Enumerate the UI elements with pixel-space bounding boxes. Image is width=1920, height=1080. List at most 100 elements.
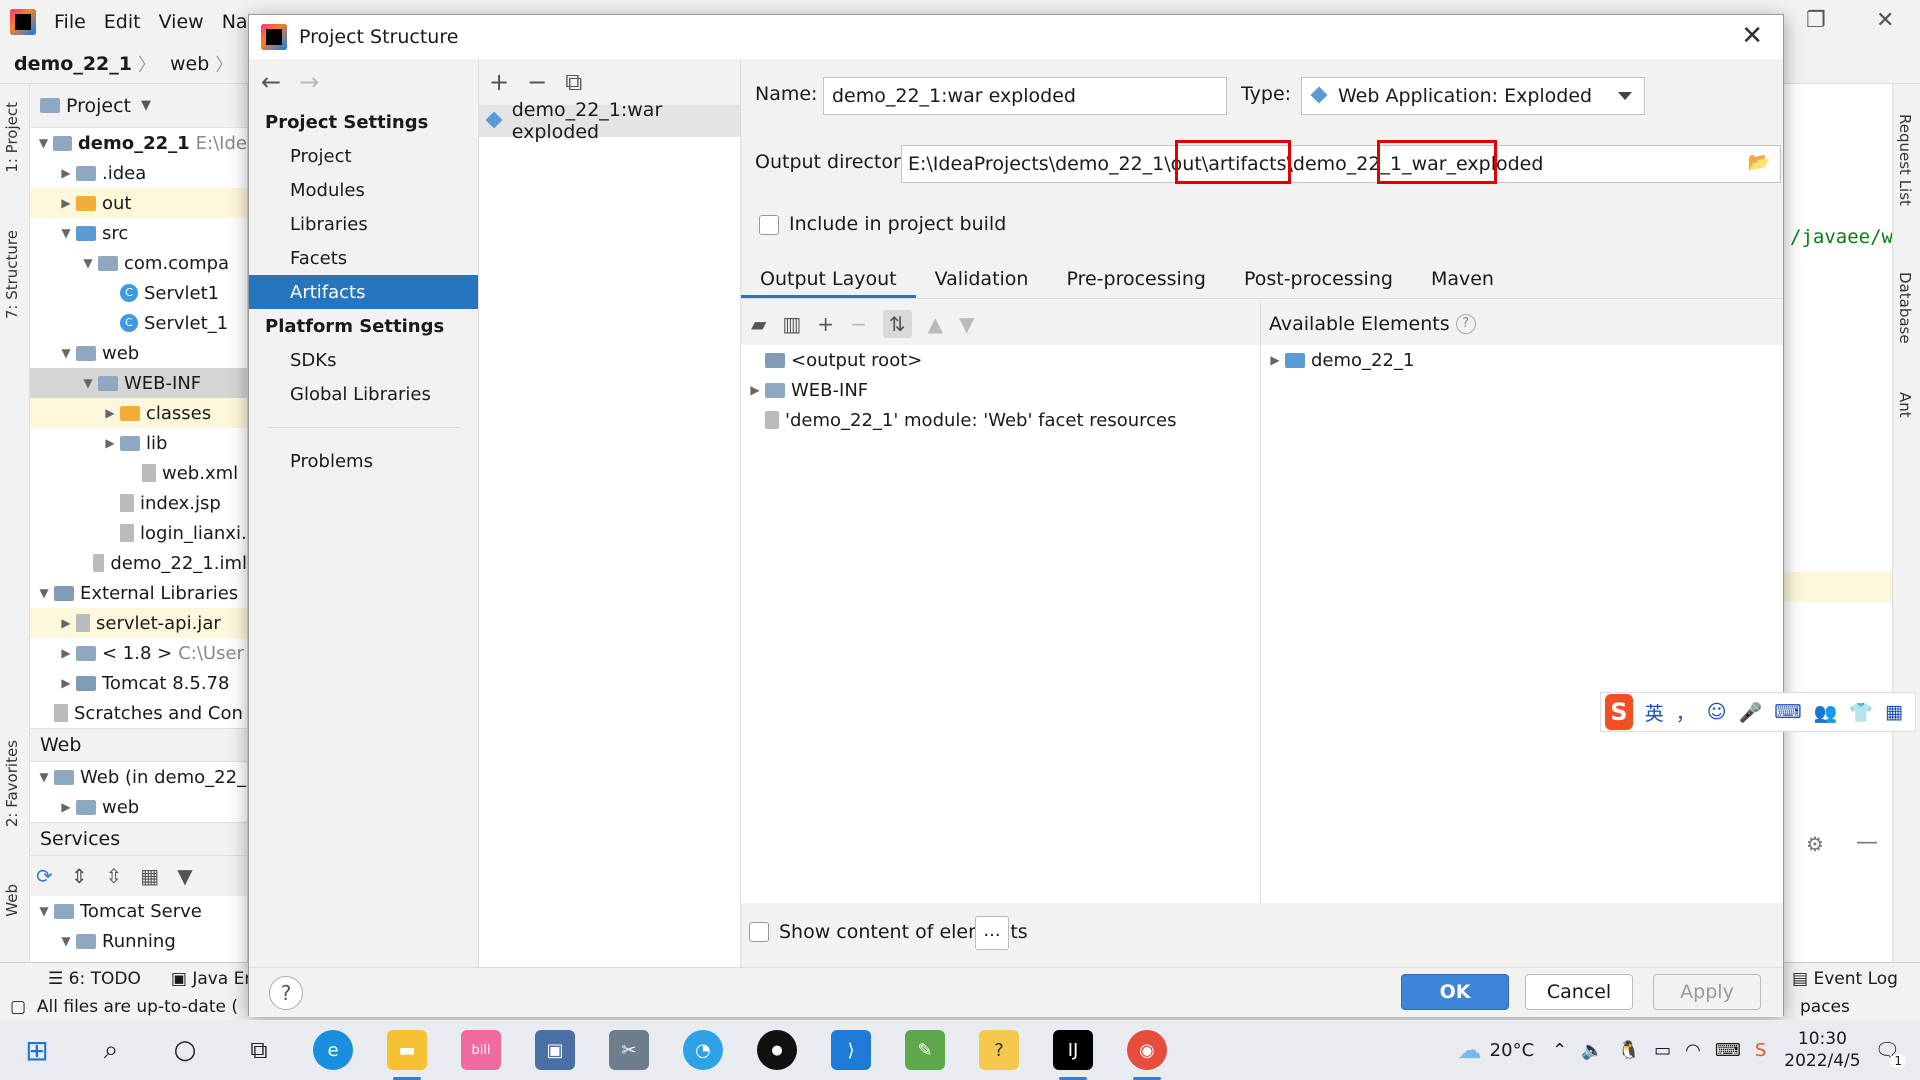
clock[interactable]: 10:30 2022/4/5	[1784, 1028, 1860, 1072]
breadcrumb-web[interactable]: web	[156, 53, 215, 75]
chevron-down-icon[interactable]: ▼	[34, 136, 53, 150]
cortana-icon[interactable]: ○	[165, 1030, 205, 1070]
sort-icon[interactable]: ⇅	[882, 310, 912, 338]
app-circle-icon[interactable]: ●	[757, 1030, 797, 1070]
chevron-right-icon[interactable]: ▶	[56, 676, 76, 690]
ime-punctuation-toggle[interactable]: ，	[1676, 699, 1695, 726]
project-tree-item[interactable]: ▼ demo_22_1 E:\Ide	[30, 128, 247, 158]
chevron-down-icon[interactable]: ▼	[56, 934, 76, 948]
bilibili-icon[interactable]: bili	[461, 1030, 501, 1070]
chevron-right-icon[interactable]: ▶	[56, 616, 76, 630]
file-explorer-icon[interactable]: ▬	[387, 1030, 427, 1080]
tab-pre-processing[interactable]: Pre-processing	[1047, 268, 1224, 298]
create-archive-icon[interactable]: ▥	[782, 312, 801, 336]
notification-icon[interactable]: 🗨 1	[1875, 1038, 1906, 1068]
search-icon[interactable]: ⌕	[91, 1030, 131, 1070]
chevron-right-icon[interactable]: ▶	[56, 196, 76, 210]
close-icon[interactable]: ✕	[1741, 21, 1763, 51]
minimize-icon[interactable]: —	[1856, 830, 1878, 855]
include-build-checkbox[interactable]	[759, 215, 779, 235]
nav-project[interactable]: Project	[249, 139, 478, 173]
group-icon[interactable]: ▦	[140, 864, 159, 888]
project-tree-item[interactable]: C Servlet_1	[30, 308, 247, 338]
project-tree-item[interactable]: ▼ WEB-INF	[30, 368, 247, 398]
chevron-down-icon[interactable]: ▼	[56, 346, 76, 360]
project-tree-item[interactable]: ▶ servlet-api.jar	[30, 608, 247, 638]
remove-icon[interactable]: −	[850, 312, 867, 336]
chevron-down-icon[interactable]: ▼	[78, 376, 98, 390]
emoji-icon[interactable]: ☺	[1707, 701, 1727, 723]
chrome-icon[interactable]: ◉	[1127, 1030, 1167, 1080]
event-log-tab[interactable]: ▤ Event Log	[1792, 969, 1898, 989]
notepad-icon[interactable]: ✎	[905, 1030, 945, 1070]
layout-tree-item[interactable]: 'demo_22_1' module: 'Web' facet resource…	[741, 405, 1260, 435]
grid-menu-icon[interactable]: ▦	[1885, 701, 1903, 723]
gear-icon[interactable]: ⚙	[1806, 832, 1824, 856]
project-tree-item[interactable]: ▶ < 1.8 > C:\User	[30, 638, 247, 668]
tab-output-layout[interactable]: Output Layout	[741, 268, 916, 298]
add-icon[interactable]: +	[489, 68, 509, 96]
nav-modules[interactable]: Modules	[249, 173, 478, 207]
layout-tree-item[interactable]: ▶ WEB-INF	[741, 375, 1260, 405]
windows-start-icon[interactable]: ⊞	[17, 1030, 57, 1070]
menu-file[interactable]: File	[54, 11, 86, 33]
project-tree-item[interactable]: login_lianxi.	[30, 518, 247, 548]
project-tree-item[interactable]: demo_22_1.iml	[30, 548, 247, 578]
nav-problems[interactable]: Problems	[249, 444, 478, 478]
project-tree-item[interactable]: ▶ lib	[30, 428, 247, 458]
chevron-down-icon[interactable]: ▼	[34, 904, 54, 918]
show-content-checkbox[interactable]	[749, 922, 769, 942]
copy-icon[interactable]: ⧉	[565, 68, 582, 96]
battery-icon[interactable]: ▭	[1654, 1040, 1671, 1061]
chevron-down-icon[interactable]: ▼	[34, 586, 54, 600]
chevron-down-icon[interactable]: ▼	[141, 98, 151, 113]
nav-artifacts[interactable]: Artifacts	[249, 275, 478, 309]
new-directory-icon[interactable]: ▰	[751, 312, 766, 336]
tab-ant[interactable]: Ant	[1896, 392, 1914, 418]
tab-structure[interactable]: 7: Structure	[3, 230, 21, 319]
chevron-right-icon[interactable]: ▶	[100, 436, 120, 450]
apply-button[interactable]: Apply	[1653, 974, 1761, 1010]
chevron-right-icon[interactable]: ▶	[100, 406, 120, 420]
nav-global-libraries[interactable]: Global Libraries	[249, 377, 478, 411]
filter-icon[interactable]: ▼	[177, 864, 192, 888]
show-content-options-button[interactable]: ...	[975, 916, 1009, 950]
user-icon[interactable]: 👥	[1814, 701, 1838, 724]
app-window-icon[interactable]: ▣	[535, 1030, 575, 1070]
browse-folder-icon[interactable]: 📂	[1748, 152, 1770, 173]
sogou-logo-icon[interactable]: S	[1605, 694, 1633, 730]
tab-validation[interactable]: Validation	[916, 268, 1048, 298]
breadcrumb-project[interactable]: demo_22_1	[0, 53, 138, 75]
project-tree-item[interactable]: ▼ External Libraries	[30, 578, 247, 608]
project-tree-item[interactable]: ▶ out	[30, 188, 247, 218]
tab-favorites[interactable]: 2: Favorites	[3, 740, 21, 827]
project-tree-item[interactable]: ▼ com.compa	[30, 248, 247, 278]
chevron-right-icon[interactable]: ▶	[1265, 353, 1285, 367]
chevron-right-icon[interactable]: ▶	[56, 646, 76, 660]
tab-database[interactable]: Database	[1896, 272, 1914, 344]
back-arrow-icon[interactable]: ←	[261, 68, 281, 96]
move-up-icon[interactable]: ▲	[928, 312, 943, 336]
project-tree-item[interactable]: Scratches and Con	[30, 698, 247, 728]
project-tree-item[interactable]: index.jsp	[30, 488, 247, 518]
name-field[interactable]: demo_22_1:war exploded	[823, 77, 1227, 115]
temperature[interactable]: 20°C	[1490, 1040, 1534, 1061]
window-close-icon[interactable]: ✕	[1876, 8, 1894, 33]
chevron-right-icon[interactable]: ▶	[56, 166, 76, 180]
wifi-icon[interactable]: ◠	[1685, 1040, 1701, 1061]
input-method-icon[interactable]: ⌨	[1715, 1040, 1741, 1061]
chevron-up-icon[interactable]: ⌃	[1552, 1040, 1567, 1061]
chevron-down-icon[interactable]: ▼	[34, 770, 54, 784]
project-tree-item[interactable]: C Servlet1	[30, 278, 247, 308]
chevron-right-icon[interactable]: ▶	[745, 383, 765, 397]
add-copy-icon[interactable]: +	[817, 312, 834, 336]
tab-post-processing[interactable]: Post-processing	[1225, 268, 1412, 298]
artifact-item[interactable]: demo_22_1:war exploded	[479, 99, 740, 143]
project-tree-item[interactable]: ▶ Tomcat 8.5.78	[30, 668, 247, 698]
remove-icon[interactable]: −	[527, 68, 547, 96]
project-tree-item[interactable]: ▼ src	[30, 218, 247, 248]
chevron-down-icon[interactable]: ▼	[78, 256, 98, 270]
qq-icon[interactable]: 🐧	[1618, 1040, 1640, 1061]
project-view-label[interactable]: Project	[66, 95, 131, 117]
keyboard-icon[interactable]: ⌨	[1774, 701, 1801, 723]
